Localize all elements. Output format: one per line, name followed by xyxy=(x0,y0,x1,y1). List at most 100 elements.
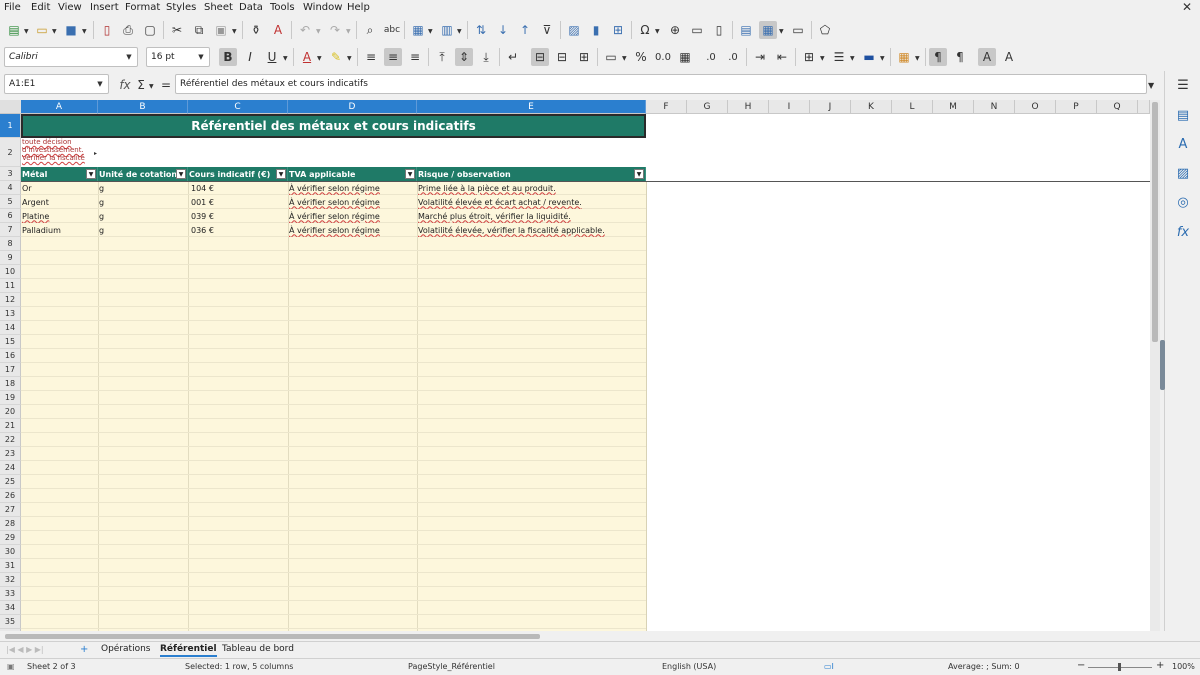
row-icon[interactable]: ▦ xyxy=(409,21,427,39)
underline-icon[interactable]: U xyxy=(263,48,281,66)
chevron-down-icon[interactable]: ▼ xyxy=(655,28,660,35)
border-style-icon[interactable]: ☰ xyxy=(830,48,848,66)
cell-risque[interactable]: Marché plus étroit, vérifier la liquidit… xyxy=(417,209,646,223)
row-header-9[interactable]: 9 xyxy=(0,251,21,265)
row-header-21[interactable]: 21 xyxy=(0,419,21,433)
row-header-31[interactable]: 31 xyxy=(0,559,21,573)
row-header-34[interactable]: 34 xyxy=(0,601,21,615)
column-header-j[interactable]: J xyxy=(810,100,851,114)
cell-tva[interactable]: À vérifier selon régime xyxy=(288,195,417,209)
filter-dropdown-icon[interactable]: ▼ xyxy=(634,169,644,179)
chevron-down-icon[interactable]: ▼ xyxy=(457,28,462,35)
column-header-d[interactable]: D xyxy=(288,100,417,114)
row-header-24[interactable]: 24 xyxy=(0,461,21,475)
cell-metal[interactable]: Palladium xyxy=(21,223,98,237)
row-header-29[interactable]: 29 xyxy=(0,531,21,545)
conditional-format-icon[interactable]: ▦ xyxy=(895,48,913,66)
row-header-10[interactable]: 10 xyxy=(0,265,21,279)
select-all-corner[interactable] xyxy=(0,100,22,114)
row-header-26[interactable]: 26 xyxy=(0,489,21,503)
chevron-down-icon[interactable]: ▼ xyxy=(317,55,322,62)
column-header-b[interactable]: B xyxy=(98,100,188,114)
menu-data[interactable]: Data xyxy=(239,2,263,13)
vertical-scrollbar[interactable] xyxy=(1150,100,1160,631)
table-title-cell[interactable]: Référentiel des métaux et cours indicati… xyxy=(21,114,646,138)
cell-metal[interactable]: Platine xyxy=(21,209,98,223)
align-left-icon[interactable]: ≡ xyxy=(362,48,380,66)
undo-icon[interactable]: ↶ xyxy=(296,21,314,39)
menu-format[interactable]: Format xyxy=(125,2,160,13)
row-header-3[interactable]: 3 xyxy=(0,167,21,181)
row-header-33[interactable]: 33 xyxy=(0,587,21,601)
functions-icon[interactable]: fx xyxy=(1174,223,1192,241)
chevron-down-icon[interactable]: ▼ xyxy=(880,55,885,62)
header-metal[interactable]: Métal ▼ xyxy=(21,167,98,181)
cell-unite[interactable]: g xyxy=(98,181,188,195)
merge-center-icon[interactable]: ⊟ xyxy=(531,48,549,66)
add-sheet-icon[interactable]: + xyxy=(80,644,88,655)
status-page-style[interactable]: PageStyle_Référentiel xyxy=(408,662,495,671)
zoom-level[interactable]: 100% xyxy=(1172,662,1195,671)
cell-unite[interactable]: g xyxy=(98,223,188,237)
special-character-icon[interactable]: Ω xyxy=(636,21,654,39)
align-center-icon[interactable]: ≡ xyxy=(384,48,402,66)
expand-formula-bar-icon[interactable]: ▼ xyxy=(1148,81,1154,90)
menu-sheet[interactable]: Sheet xyxy=(204,2,233,13)
cell-unite[interactable]: g xyxy=(98,209,188,223)
highlight-color-icon[interactable]: ✎ xyxy=(327,48,345,66)
gallery-icon[interactable]: ▨ xyxy=(1174,164,1192,182)
properties-icon[interactable]: ▤ xyxy=(1174,106,1192,124)
comment-icon[interactable]: ▭ xyxy=(688,21,706,39)
chevron-down-icon[interactable]: ▼ xyxy=(820,55,825,62)
cell-unite[interactable]: g xyxy=(98,195,188,209)
row-header-7[interactable]: 7 xyxy=(0,223,21,237)
row-header-12[interactable]: 12 xyxy=(0,293,21,307)
increase-indent-icon[interactable]: ⇥ xyxy=(751,48,769,66)
show-draw-functions-icon[interactable]: ⬠ xyxy=(816,21,834,39)
pivot-table-icon[interactable]: ⊞ xyxy=(609,21,627,39)
column-header-f[interactable]: F xyxy=(646,100,687,114)
row-header-5[interactable]: 5 xyxy=(0,195,21,209)
cell-metal[interactable]: Argent xyxy=(21,195,98,209)
selection-mode-icon[interactable]: ▭I xyxy=(824,662,834,671)
menu-tools[interactable]: Tools xyxy=(270,2,295,13)
cell-metal[interactable]: Or xyxy=(21,181,98,195)
chevron-down-icon[interactable]: ▼ xyxy=(121,48,137,66)
chevron-down-icon[interactable]: ▼ xyxy=(850,55,855,62)
text-direction-vertical-icon[interactable]: A xyxy=(1000,48,1018,66)
cell-tva[interactable]: À vérifier selon régime xyxy=(288,223,417,237)
chevron-down-icon[interactable]: ▼ xyxy=(52,28,57,35)
paste-icon[interactable]: ▣ xyxy=(212,21,230,39)
percent-format-icon[interactable]: % xyxy=(632,48,650,66)
row-header-8[interactable]: 8 xyxy=(0,237,21,251)
clone-formatting-icon[interactable]: ⚱ xyxy=(247,21,265,39)
align-top-icon[interactable]: ⤒ xyxy=(433,48,451,66)
chevron-down-icon[interactable]: ▼ xyxy=(316,28,321,35)
row-header-25[interactable]: 25 xyxy=(0,475,21,489)
insert-image-icon[interactable]: ▨ xyxy=(565,21,583,39)
redo-icon[interactable]: ↷ xyxy=(326,21,344,39)
font-color-icon[interactable]: A xyxy=(298,48,316,66)
row-header-2[interactable]: 2 xyxy=(0,138,21,167)
insert-chart-icon[interactable]: ▮ xyxy=(587,21,605,39)
font-size-combo[interactable]: 16 pt ▼ xyxy=(146,47,210,67)
zoom-in-icon[interactable]: + xyxy=(1156,660,1164,671)
menu-view[interactable]: View xyxy=(58,2,82,13)
menu-edit[interactable]: Edit xyxy=(31,2,50,13)
cell-cours[interactable]: 039 € xyxy=(188,209,288,223)
menu-insert[interactable]: Insert xyxy=(90,2,119,13)
print-preview-icon[interactable]: ▢ xyxy=(141,21,159,39)
number-format-icon[interactable]: 0.0 xyxy=(654,48,672,66)
chevron-down-icon[interactable]: ▼ xyxy=(347,55,352,62)
unmerge-cells-icon[interactable]: ⊞ xyxy=(575,48,593,66)
navigator-icon[interactable]: ◎ xyxy=(1174,193,1192,211)
column-header-e[interactable]: E xyxy=(417,100,646,114)
sort-icon[interactable]: ⇅ xyxy=(472,21,490,39)
row-header-20[interactable]: 20 xyxy=(0,405,21,419)
align-right-icon[interactable]: ≡ xyxy=(406,48,424,66)
status-language[interactable]: English (USA) xyxy=(662,662,716,671)
cell-risque[interactable]: Volatilité élevée, vérifier la fiscalité… xyxy=(417,223,646,237)
close-document-icon[interactable]: ✕ xyxy=(1182,0,1192,14)
column-header-m[interactable]: M xyxy=(933,100,974,114)
filter-dropdown-icon[interactable]: ▼ xyxy=(176,169,186,179)
